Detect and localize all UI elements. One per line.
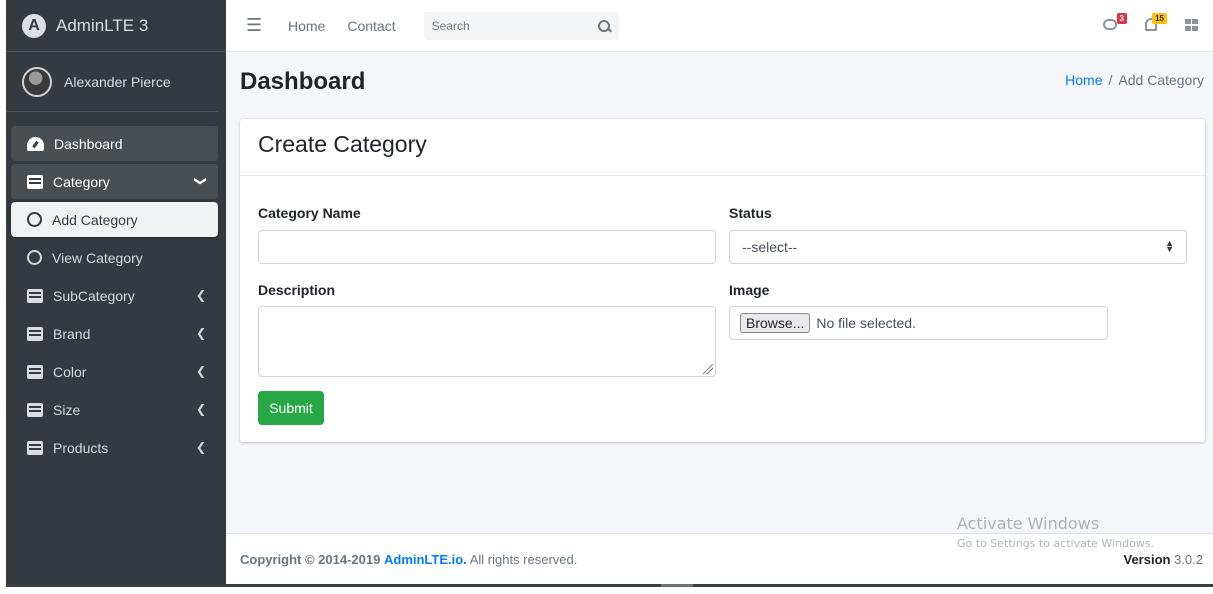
nav-link-home[interactable]: Home [288, 18, 325, 34]
list-icon [27, 402, 43, 417]
user-panel[interactable]: Alexander Pierce [6, 52, 218, 112]
submit-button[interactable]: Submit [258, 391, 324, 425]
sidebar-item-label: View Category [52, 249, 143, 266]
top-navbar: ☰ Home Contact 3 15 [226, 0, 1213, 52]
brand-name: AdminLTE 3 [56, 15, 149, 35]
create-category-card: Create Category Category Name Status --s… [240, 119, 1205, 442]
chevron-left-icon: ❮ [195, 364, 206, 378]
nav-link-contact[interactable]: Contact [347, 18, 395, 34]
user-name: Alexander Pierce [64, 73, 171, 90]
messages-badge: 3 [1116, 13, 1127, 24]
list-icon [27, 174, 43, 189]
brand-link[interactable]: A AdminLTE 3 [6, 0, 226, 52]
activate-windows-title: Activate Windows [957, 514, 1100, 533]
chevron-left-icon: ❮ [195, 288, 206, 302]
resize-grip-icon[interactable] [703, 364, 713, 374]
card-title: Create Category [240, 119, 1205, 176]
select-arrows-icon: ▲ ▼ [1165, 238, 1174, 254]
list-icon [27, 364, 43, 379]
search-icon[interactable] [597, 19, 611, 33]
sidebar-menu: Dashboard Category ❯ Add Category View C… [6, 112, 226, 465]
version-label: Version [1123, 552, 1171, 567]
control-sidebar-toggle[interactable] [1183, 16, 1201, 34]
sidebar-item-label: SubCategory [53, 287, 135, 304]
circle-icon [27, 212, 42, 227]
sidebar-item-label: Color [53, 363, 87, 380]
copyright-prefix: Copyright © 2014-2019 [240, 552, 381, 567]
breadcrumb-current: Add Category [1118, 72, 1204, 88]
list-icon [27, 288, 43, 303]
browse-button[interactable]: Browse... [740, 313, 811, 333]
list-icon [27, 326, 43, 341]
page-title: Dashboard [240, 68, 366, 95]
sidebar-item-label: Add Category [52, 211, 138, 228]
search-input[interactable] [431, 18, 597, 33]
description-textarea[interactable] [258, 306, 716, 377]
image-file-input[interactable]: Browse... No file selected. [729, 306, 1108, 340]
search-box [423, 11, 619, 40]
breadcrumb: Home / Add Category [1065, 72, 1204, 88]
sidebar-item-category[interactable]: Category ❯ [11, 164, 218, 199]
sidebar-item-size[interactable]: Size ❮ [11, 392, 218, 427]
sidebar-item-label: Category [53, 173, 110, 190]
navbar-right: 3 15 [1081, 13, 1201, 34]
brand-logo: A [22, 13, 46, 38]
sidebar-item-label: Size [53, 401, 81, 418]
sidebar-item-dashboard[interactable]: Dashboard [11, 126, 218, 161]
sidebar-item-brand[interactable]: Brand ❮ [11, 316, 218, 351]
activate-windows-subtitle: Go to Settings to activate Windows. [957, 537, 1155, 550]
image-label: Image [729, 282, 770, 298]
notifications-badge: 15 [1152, 13, 1167, 24]
file-status: No file selected. [816, 315, 916, 331]
sidebar-item-subcategory[interactable]: SubCategory ❮ [11, 278, 218, 313]
version: Version 3.0.2 [1123, 552, 1203, 567]
sidebar-item-products[interactable]: Products ❮ [11, 430, 218, 465]
horizontal-scrollbar[interactable] [6, 584, 1213, 594]
sidebar-item-color[interactable]: Color ❮ [11, 354, 218, 389]
sidebar-item-label: Dashboard [54, 135, 123, 152]
notifications-dropdown[interactable]: 15 [1143, 13, 1167, 34]
list-icon [27, 440, 43, 455]
main-sidebar: A AdminLTE 3 Alexander Pierce Dashboard … [6, 0, 226, 584]
messages-dropdown[interactable]: 3 [1103, 13, 1127, 34]
tachometer-icon [27, 136, 44, 151]
sidebar-item-view-category[interactable]: View Category [11, 240, 218, 275]
menu-icon[interactable]: ☰ [246, 15, 266, 36]
status-label: Status [729, 205, 772, 221]
copyright-link[interactable]: AdminLTE.io. [384, 552, 467, 567]
chevron-left-icon: ❮ [195, 326, 206, 340]
sidebar-item-add-category[interactable]: Add Category [11, 202, 218, 237]
sidebar-item-label: Products [53, 439, 109, 456]
chevron-left-icon: ❮ [195, 402, 206, 416]
status-selected-value: --select-- [742, 239, 798, 255]
status-select[interactable]: --select-- ▲ ▼ [729, 230, 1187, 264]
content-wrapper: Dashboard Home / Add Category Create Categ… [226, 53, 1213, 533]
sidebar-item-label: Brand [53, 325, 91, 342]
comments-icon [1103, 19, 1117, 30]
copyright-suffix: All rights reserved. [469, 552, 578, 567]
circle-icon [27, 250, 42, 265]
category-name-label: Category Name [258, 205, 361, 221]
chevron-down-icon: ❯ [193, 175, 208, 187]
breadcrumb-home[interactable]: Home [1065, 72, 1102, 88]
category-name-field[interactable] [258, 230, 716, 264]
th-large-icon [1185, 19, 1198, 31]
chevron-left-icon: ❮ [195, 440, 206, 454]
avatar [22, 66, 52, 97]
version-number: 3.0.2 [1174, 552, 1203, 567]
copyright: Copyright © 2014-2019 AdminLTE.io. All r… [240, 552, 577, 567]
description-label: Description [258, 282, 336, 298]
breadcrumb-separator: / [1108, 72, 1113, 88]
